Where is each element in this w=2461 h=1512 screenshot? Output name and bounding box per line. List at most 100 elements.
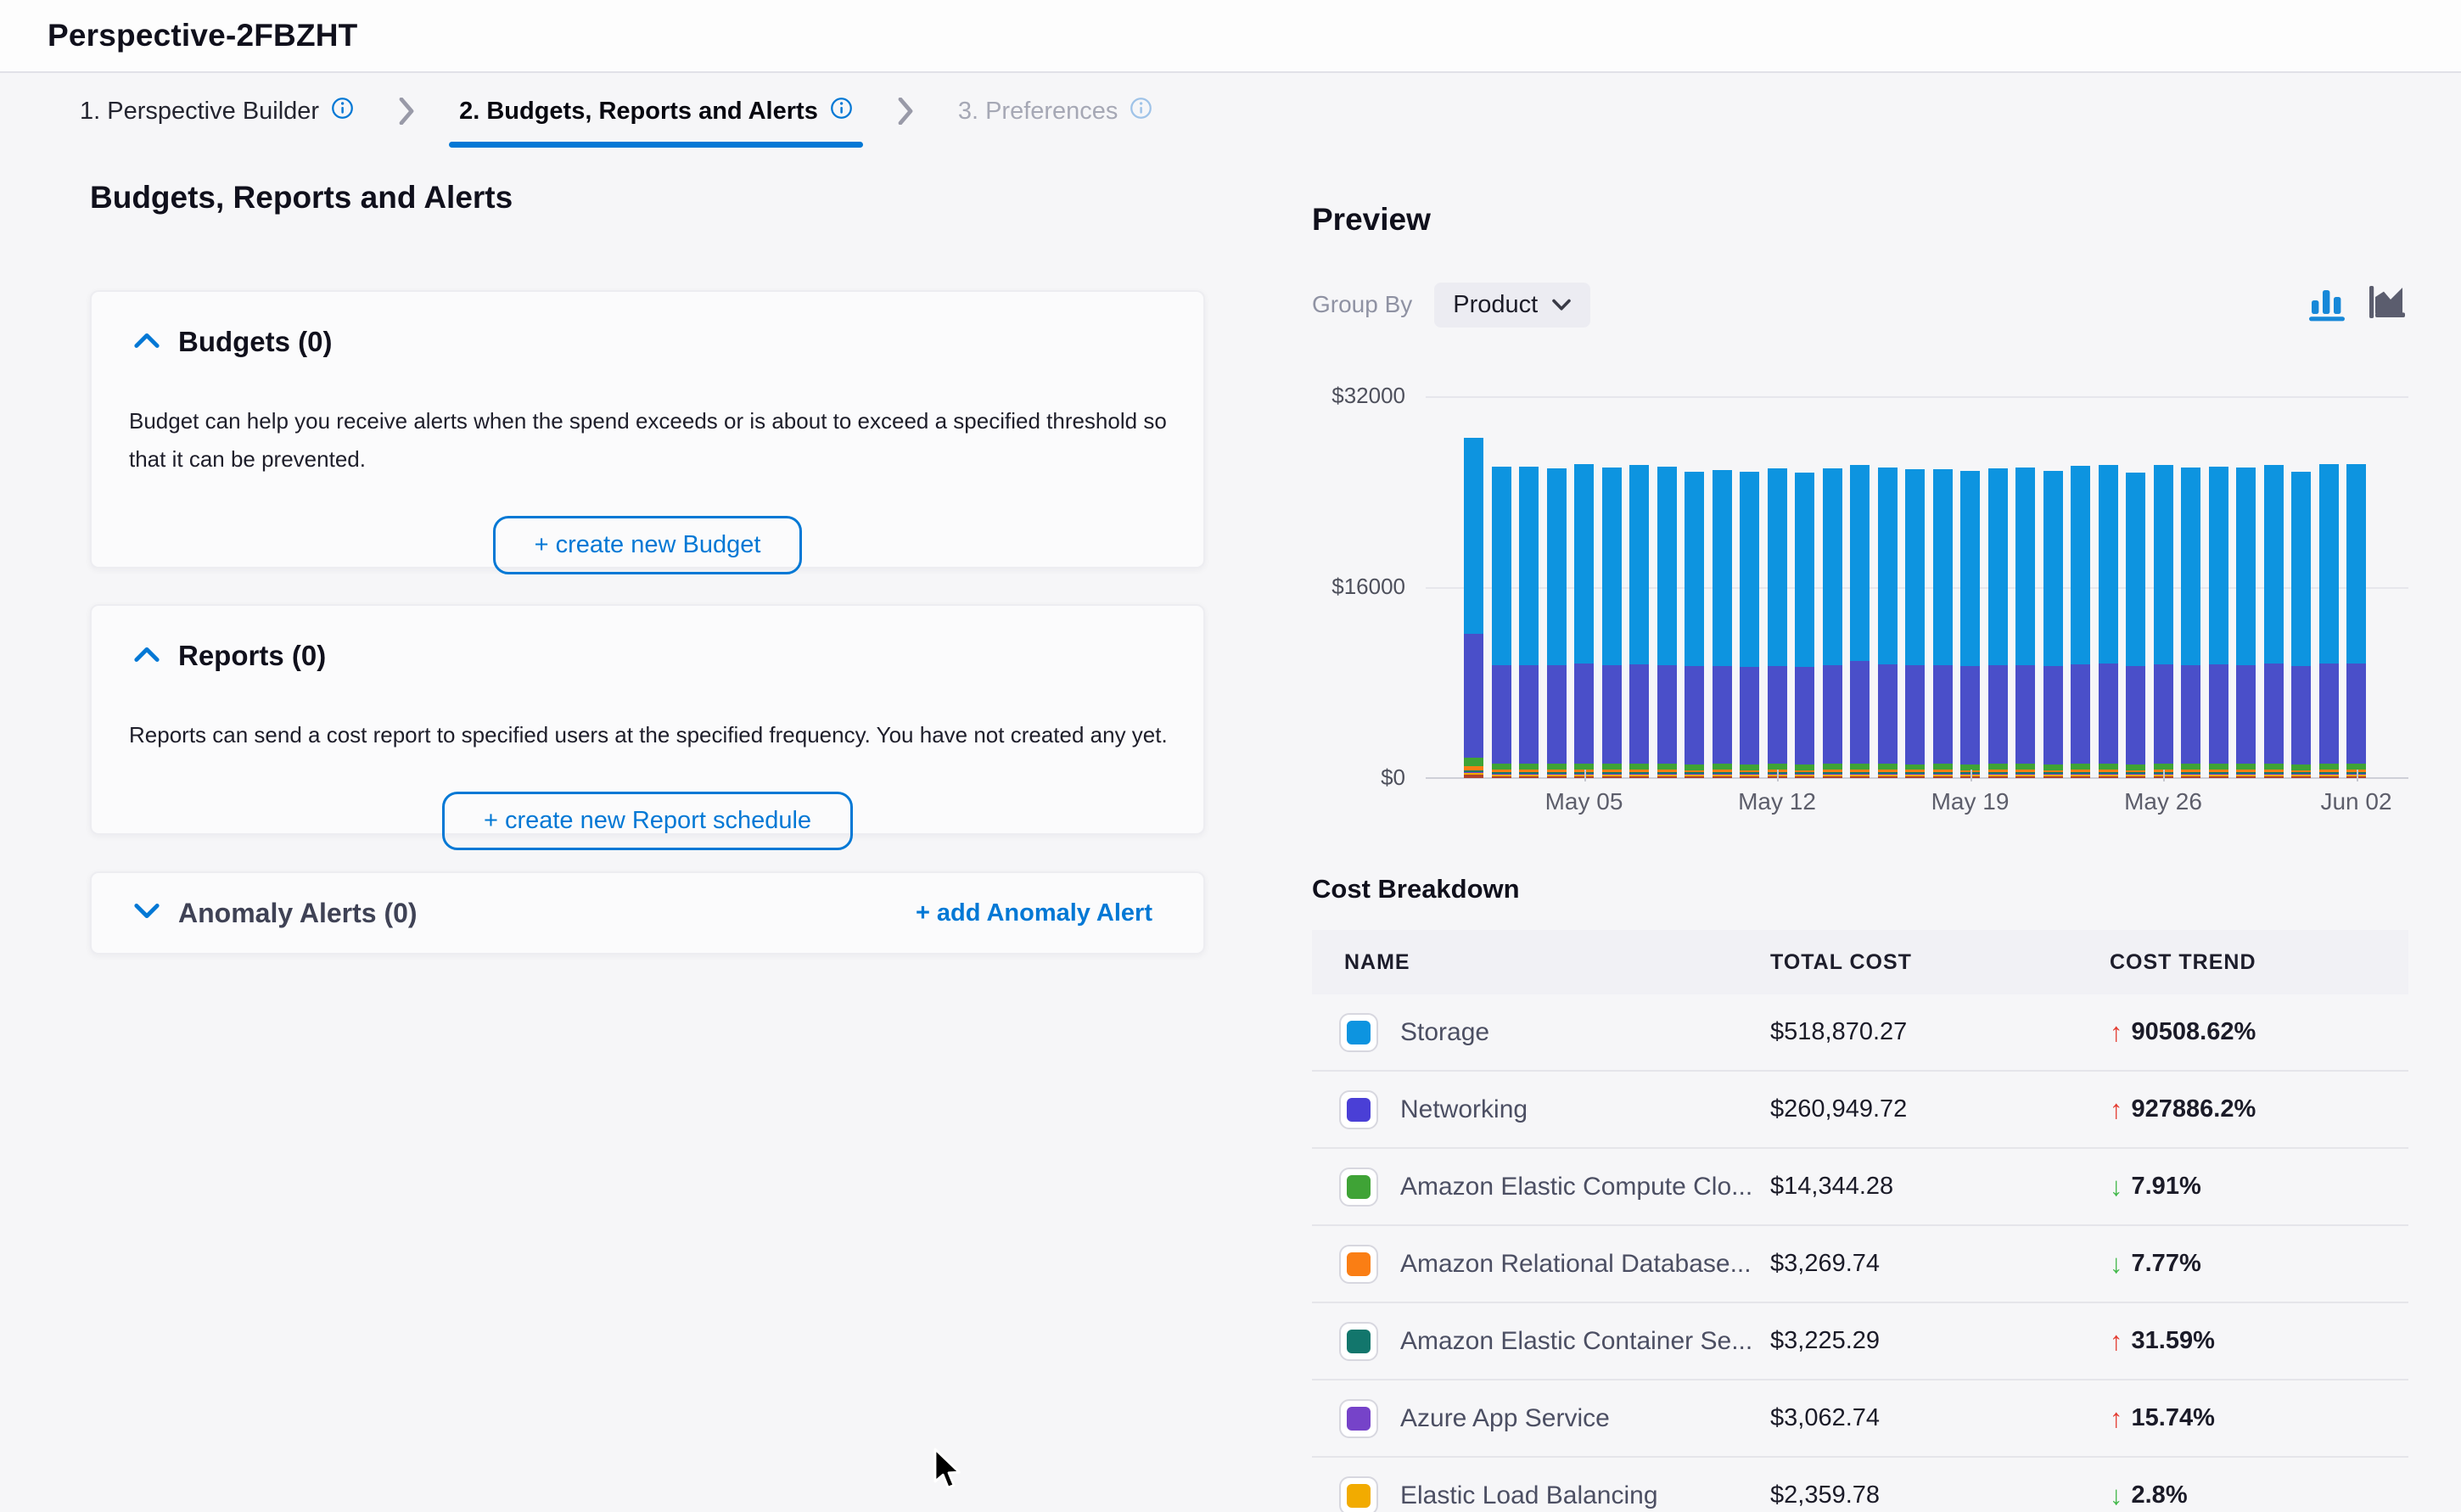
bar-segment-others (2043, 776, 2063, 778)
bar-segment-others (2291, 776, 2311, 778)
table-row[interactable]: Amazon Elastic Container Se...$3,225.29↑… (1312, 1303, 2408, 1380)
budgets-title: Budgets (0) (178, 326, 333, 358)
info-icon[interactable] (830, 97, 853, 126)
table-row[interactable]: Azure App Service$3,062.74↑15.74% (1312, 1380, 2408, 1458)
bar-segment-others (2264, 776, 2284, 778)
stacked-bar-May 15 (1850, 465, 1870, 778)
info-icon[interactable] (1130, 97, 1152, 126)
chevron-down-icon[interactable] (134, 902, 160, 925)
row-name: Elastic Load Balancing (1400, 1481, 1658, 1510)
bar-segment-networking (1519, 665, 1539, 764)
bar-segment-storage (2071, 466, 2090, 664)
bar-segment-others (1685, 776, 1704, 778)
bar-segment-storage (2264, 465, 2284, 664)
table-row[interactable]: Amazon Relational Database...$3,269.74↓7… (1312, 1226, 2408, 1303)
bar-segment-others (2015, 776, 2035, 778)
budgets-card: Budgets (0) Budget can help you receive … (90, 290, 1205, 568)
add-anomaly-alert-button[interactable]: + add Anomaly Alert (916, 899, 1152, 927)
bar-segment-storage (1850, 465, 1870, 661)
y-axis-tick-label: $16000 (1312, 574, 1405, 600)
stacked-bar-Jun 02 (2346, 464, 2366, 778)
bar-segment-amazon-elastic-compute-clo- (2181, 764, 2200, 770)
trend-down-icon: ↓ (2110, 1172, 2123, 1202)
table-row[interactable]: Storage$518,870.27↑90508.62% (1312, 994, 2408, 1072)
bar-segment-networking (1850, 661, 1870, 764)
bar-segment-storage (1713, 470, 1732, 665)
bar-segment-others (1519, 776, 1539, 778)
cost-breakdown-table: NAME TOTAL COST COST TREND Storage$518,8… (1312, 930, 2408, 1512)
budgets-description: Budget can help you receive alerts when … (129, 402, 1183, 479)
tab-perspective-builder[interactable]: 1. Perspective Builder (68, 75, 366, 148)
bar-segment-networking (1795, 667, 1814, 764)
bar-segment-storage (2126, 473, 2145, 666)
row-trend-value: 2.8% (2132, 1481, 2188, 1509)
bar-segment-storage (1768, 468, 1787, 665)
info-icon[interactable] (331, 97, 354, 126)
bar-segment-amazon-elastic-compute-clo- (1905, 764, 1925, 770)
tab-budgets-reports-alerts[interactable]: 2. Budgets, Reports and Alerts (447, 75, 865, 148)
bar-segment-storage (1602, 468, 1622, 665)
stacked-bar-May 09 (1685, 472, 1704, 778)
chevron-up-icon[interactable] (134, 331, 160, 354)
bar-segment-networking (1988, 665, 2008, 764)
perspective-wizard-page: Perspective-2FBZHT 1. Perspective Builde… (0, 0, 2461, 1512)
bar-segment-others (1878, 776, 1898, 778)
bar-segment-others (1740, 776, 1759, 778)
anomaly-alerts-card: Anomaly Alerts (0) + add Anomaly Alert (90, 871, 1205, 955)
bar-segment-storage (2319, 464, 2339, 664)
create-budget-button[interactable]: + create new Budget (493, 516, 803, 574)
bar-segment-storage (1574, 464, 1594, 664)
bar-segment-amazon-elastic-compute-clo- (2126, 764, 2145, 770)
y-axis-tick-label: $32000 (1312, 383, 1405, 409)
stacked-bar-May 31 (2291, 472, 2311, 778)
bar-segment-storage (2236, 468, 2256, 664)
bar-segment-others (1795, 776, 1814, 778)
bar-segment-others (2319, 776, 2339, 778)
row-trend-value: 7.77% (2132, 1250, 2201, 1278)
row-total-cost: $3,269.74 (1770, 1250, 2110, 1278)
series-color-swatch (1339, 1090, 1378, 1129)
bar-segment-storage (2181, 468, 2200, 665)
table-row[interactable]: Networking$260,949.72↑927886.2% (1312, 1072, 2408, 1149)
bar-segment-amazon-elastic-compute-clo- (2071, 764, 2090, 770)
stacked-bar-May 17 (1905, 469, 1925, 778)
stacked-bar-Jun 01 (2319, 464, 2339, 778)
stacked-bar-May 01 (1464, 438, 1483, 778)
bar-segment-storage (1740, 472, 1759, 666)
tab-preferences[interactable]: 3. Preferences (946, 75, 1165, 148)
table-row[interactable]: Amazon Elastic Compute Clo...$14,344.28↓… (1312, 1149, 2408, 1226)
stacked-bar-May 19 (1960, 471, 1980, 778)
bar-chart-icon[interactable] (2307, 282, 2347, 322)
row-total-cost: $2,359.78 (1770, 1481, 2110, 1509)
bar-segment-storage (1933, 469, 1953, 665)
tab-label: 1. Perspective Builder (80, 98, 319, 126)
chevron-up-icon[interactable] (134, 645, 160, 668)
stacked-bar-May 26 (2154, 465, 2173, 778)
group-by-select[interactable]: Product (1434, 283, 1590, 328)
bar-segment-amazon-elastic-compute-clo- (2319, 764, 2339, 770)
stacked-bar-May 07 (1629, 465, 1649, 778)
anomaly-alerts-title: Anomaly Alerts (0) (178, 898, 418, 929)
bar-segment-networking (2071, 664, 2090, 764)
bar-segment-networking (1547, 665, 1567, 764)
trend-down-icon: ↓ (2110, 1249, 2123, 1280)
bar-segment-amazon-elastic-compute-clo- (1740, 764, 1759, 770)
bar-segment-networking (1629, 664, 1649, 764)
bar-segment-networking (1713, 666, 1732, 764)
x-axis-tick (1584, 770, 1586, 781)
table-row[interactable]: Elastic Load Balancing$2,359.78↓2.8% (1312, 1458, 2408, 1512)
bar-segment-others (1988, 776, 2008, 778)
wizard-tab-bar: 1. Perspective Builder 2. Budgets, Repor… (0, 75, 2461, 148)
preview-cost-chart: $32000$16000$0May 05May 12May 19May 26Ju… (1312, 386, 2408, 836)
bar-segment-networking (2236, 665, 2256, 764)
bar-segment-networking (1823, 665, 1842, 764)
series-color-swatch (1339, 1168, 1378, 1207)
group-by-value: Product (1453, 291, 1538, 319)
bar-segment-networking (1905, 665, 1925, 764)
create-report-schedule-button[interactable]: + create new Report schedule (442, 792, 853, 850)
bar-segment-networking (2154, 664, 2173, 764)
row-total-cost: $3,225.29 (1770, 1327, 2110, 1355)
stacked-bar-May 27 (2181, 468, 2200, 778)
x-axis-tick-label: May 19 (1903, 788, 2038, 815)
area-chart-icon[interactable] (2366, 282, 2407, 322)
